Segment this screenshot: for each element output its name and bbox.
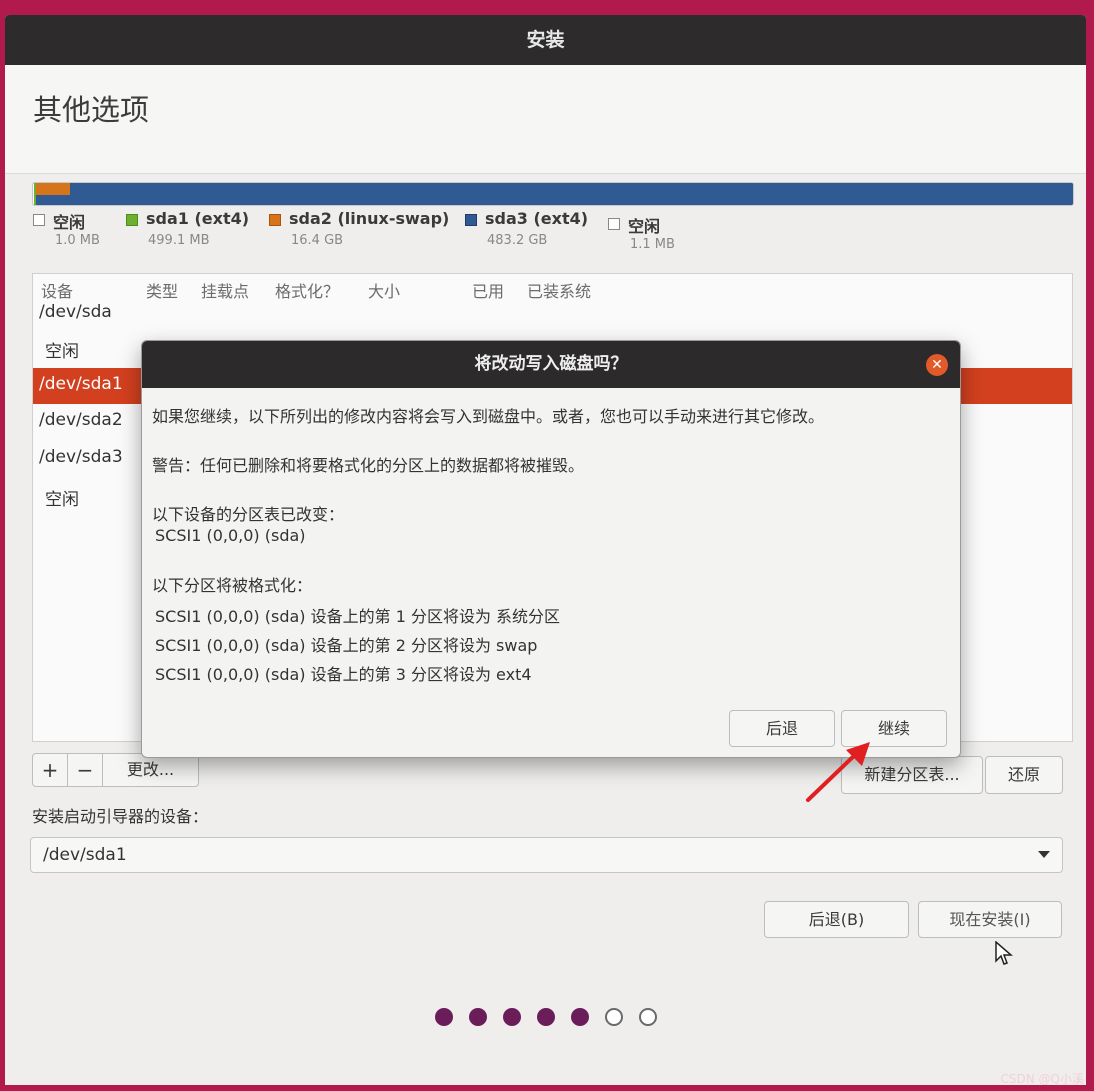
dialog-description: 如果您继续，以下所列出的修改内容将会写入到磁盘中。或者，您也可以手动来进行其它修…	[152, 407, 825, 426]
table-row[interactable]: /dev/sda	[33, 296, 1072, 332]
page-title: 其他选项	[33, 93, 150, 127]
remove-partition-button[interactable]: −	[67, 753, 103, 787]
progress-dot-completed	[537, 1008, 555, 1026]
window-titlebar: 安装	[5, 15, 1086, 65]
partition-table-changed-heading: 以下设备的分区表已改变：	[152, 505, 345, 524]
bootloader-label: 安装启动引导器的设备：	[32, 807, 209, 826]
dialog-warning: 警告：任何已删除和将要格式化的分区上的数据都将被摧毁。	[152, 456, 585, 475]
legend-name: 空闲	[628, 217, 661, 236]
format-item: SCSI1 (0,0,0) (sda) 设备上的第 1 分区将设为 系统分区	[155, 607, 561, 626]
progress-dot-completed	[435, 1008, 453, 1026]
write-changes-dialog: 将改动写入磁盘吗？ ✕ 如果您继续，以下所列出的修改内容将会写入到磁盘中。或者，…	[141, 340, 961, 758]
legend-size: 499.1 MB	[148, 233, 210, 248]
partition-bar-sda2	[36, 183, 70, 195]
row-device: /dev/sda2	[39, 410, 123, 430]
format-item: SCSI1 (0,0,0) (sda) 设备上的第 3 分区将设为 ext4	[155, 665, 532, 684]
legend-name: sda3 (ext4)	[485, 209, 589, 228]
progress-dot-pending	[639, 1008, 657, 1026]
row-device: /dev/sda3	[39, 447, 123, 467]
legend-size: 1.0 MB	[55, 233, 100, 248]
close-icon[interactable]: ✕	[926, 354, 948, 376]
legend-name: sda2 (linux-swap)	[289, 209, 450, 228]
format-item: SCSI1 (0,0,0) (sda) 设备上的第 2 分区将设为 swap	[155, 636, 538, 655]
legend-swatch	[126, 214, 138, 226]
back-button[interactable]: 后退(B)	[764, 901, 909, 938]
progress-dot-completed	[571, 1008, 589, 1026]
add-partition-button[interactable]: +	[32, 753, 68, 787]
mouse-cursor-icon	[995, 941, 1013, 965]
partition-table-changed-device: SCSI1 (0,0,0) (sda)	[155, 526, 306, 545]
bootloader-device-select[interactable]: /dev/sda1	[30, 837, 1063, 873]
bootloader-device-value: /dev/sda1	[43, 845, 127, 865]
legend-size: 1.1 MB	[630, 237, 675, 252]
dropdown-arrow-icon	[1038, 851, 1050, 858]
annotation-arrow-icon	[806, 742, 870, 802]
page-header: 其他选项	[5, 65, 1086, 174]
partition-bar-sda3	[70, 183, 1073, 205]
legend-size: 16.4 GB	[291, 233, 344, 248]
change-partition-button[interactable]: 更改...	[102, 753, 199, 787]
legend-swatch	[33, 214, 45, 226]
dialog-title: 将改动写入磁盘吗？	[142, 341, 960, 388]
legend-swatch	[608, 218, 620, 230]
legend-name: sda1 (ext4)	[146, 209, 250, 228]
legend-size: 483.2 GB	[487, 233, 548, 248]
partition-bar	[32, 182, 1074, 206]
legend-swatch	[269, 214, 281, 226]
revert-button[interactable]: 还原	[985, 756, 1063, 794]
watermark: CSDN @Q小溪	[1000, 1072, 1084, 1086]
progress-dot-completed	[469, 1008, 487, 1026]
install-now-button[interactable]: 现在安装(I)	[918, 901, 1062, 938]
row-device: 空闲	[45, 342, 79, 362]
progress-dot-completed	[503, 1008, 521, 1026]
row-device: /dev/sda	[39, 302, 112, 322]
row-device: /dev/sda1	[39, 374, 123, 394]
progress-dot-pending	[605, 1008, 623, 1026]
row-device: 空闲	[45, 490, 79, 510]
legend-name: 空闲	[53, 213, 86, 232]
legend-swatch	[465, 214, 477, 226]
format-heading: 以下分区将被格式化：	[152, 576, 313, 595]
